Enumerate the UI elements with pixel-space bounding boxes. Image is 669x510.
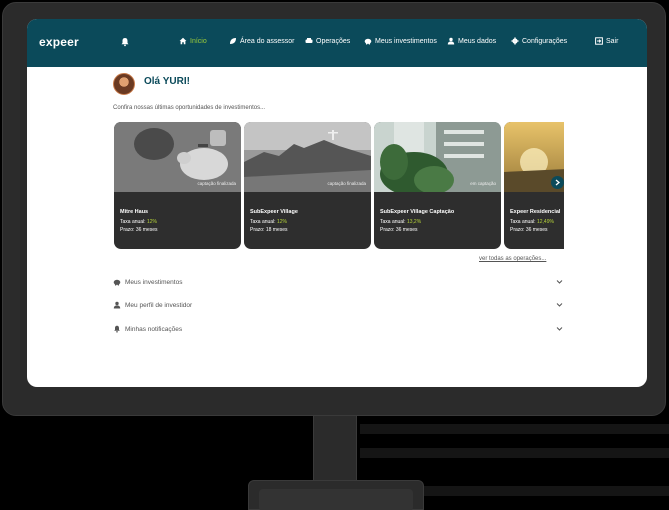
bell-icon[interactable]: [120, 37, 130, 47]
accordion-label: Meu perfil de investidor: [125, 301, 193, 309]
stand-shadow: [360, 424, 669, 434]
accordion-notificacoes[interactable]: Minhas notificações: [113, 323, 563, 335]
card-title: SubExpeer Village: [250, 209, 298, 215]
nav-item-configuracoes[interactable]: Configurações: [511, 37, 567, 45]
card-rate: Taxa anual: 12%: [250, 219, 287, 225]
card-title: Mitre Haus: [120, 209, 149, 215]
greeting: Olá YURI!: [144, 76, 190, 87]
monitor-stand-neck: [313, 416, 357, 484]
chevron-down-icon: [556, 280, 563, 284]
nav-item-label: Operações: [316, 37, 351, 45]
nav-item-label: Meus dados: [458, 37, 497, 45]
piggy-bank-icon: [364, 38, 372, 45]
carousel-next-button[interactable]: [551, 176, 564, 189]
top-nav: expeer Início Área do assessor Operações…: [27, 19, 647, 67]
nav-item-sair[interactable]: Sair: [595, 37, 618, 45]
user-icon: [113, 301, 121, 309]
accordion-perfil-investidor[interactable]: Meu perfil de investidor: [113, 299, 563, 311]
piggy-bank-icon: [113, 279, 121, 286]
nav-item-area-assessor[interactable]: Área do assessor: [229, 37, 294, 45]
nav-item-label: Meus investimentos: [375, 37, 437, 45]
screen: expeer Início Área do assessor Operações…: [27, 19, 647, 387]
stand-shadow: [424, 486, 669, 496]
accordion-label: Minhas notificações: [125, 325, 183, 333]
nav-item-label: Sair: [606, 37, 619, 45]
accordion-label: Meus investimentos: [125, 278, 183, 286]
home-icon: [179, 37, 187, 45]
see-all-operations-link[interactable]: ver todas as operações...: [479, 256, 546, 262]
status-badge: em captação: [470, 181, 496, 186]
logo[interactable]: expeer: [39, 35, 79, 49]
card-term: Prazo: 18 meses: [250, 227, 288, 233]
chevron-right-icon: [555, 179, 561, 186]
nav-item-meus-dados[interactable]: Meus dados: [447, 37, 496, 45]
chevron-down-icon: [556, 327, 563, 331]
card-term: Prazo: 36 meses: [380, 227, 418, 233]
nav-item-operacoes[interactable]: Operações: [305, 37, 350, 45]
accordion-meus-investimentos[interactable]: Meus investimentos: [113, 276, 563, 288]
chevron-down-icon: [556, 303, 563, 307]
handshake-icon: [305, 38, 313, 43]
nav-item-label: Início: [190, 37, 207, 45]
card-title: Expeer Residencial: [510, 209, 561, 215]
nav-item-meus-investimentos[interactable]: Meus investimentos: [364, 37, 437, 45]
opportunities-carousel: captação finalizada Mitre Haus Taxa anua…: [114, 122, 564, 249]
card-rate: Taxa anual: 12,49%: [510, 219, 554, 225]
monitor-frame: expeer Início Área do assessor Operações…: [2, 2, 666, 416]
opportunity-card[interactable]: captação finalizada Mitre Haus Taxa anua…: [114, 122, 241, 249]
card-rate: Taxa anual: 13,2%: [380, 219, 422, 225]
status-badge: captação finalizada: [327, 181, 366, 186]
gear-icon: [511, 37, 519, 45]
opportunity-card[interactable]: captação finalizada SubExpeer Village Ta…: [244, 122, 371, 249]
card-rate: Taxa anual: 12%: [120, 219, 157, 225]
card-term: Prazo: 36 meses: [510, 227, 548, 233]
leaf-icon: [230, 38, 236, 44]
opportunity-card[interactable]: em captação SubExpeer Village Captação T…: [374, 122, 501, 249]
bell-icon: [114, 325, 120, 333]
card-title: SubExpeer Village Captação: [380, 209, 455, 215]
nav-item-label: Configurações: [522, 37, 568, 45]
intro-text: Confira nossas últimas oportunidades de …: [113, 105, 266, 111]
logout-icon: [595, 37, 603, 45]
avatar[interactable]: [113, 73, 135, 95]
nav-item-inicio[interactable]: Início: [179, 37, 207, 45]
stand-shadow: [360, 448, 669, 458]
card-term: Prazo: 36 meses: [120, 227, 158, 233]
user-icon: [447, 37, 455, 45]
status-badge: captação finalizada: [197, 181, 236, 186]
monitor-stand-base: [248, 480, 424, 510]
nav-item-label: Área do assessor: [240, 37, 295, 45]
